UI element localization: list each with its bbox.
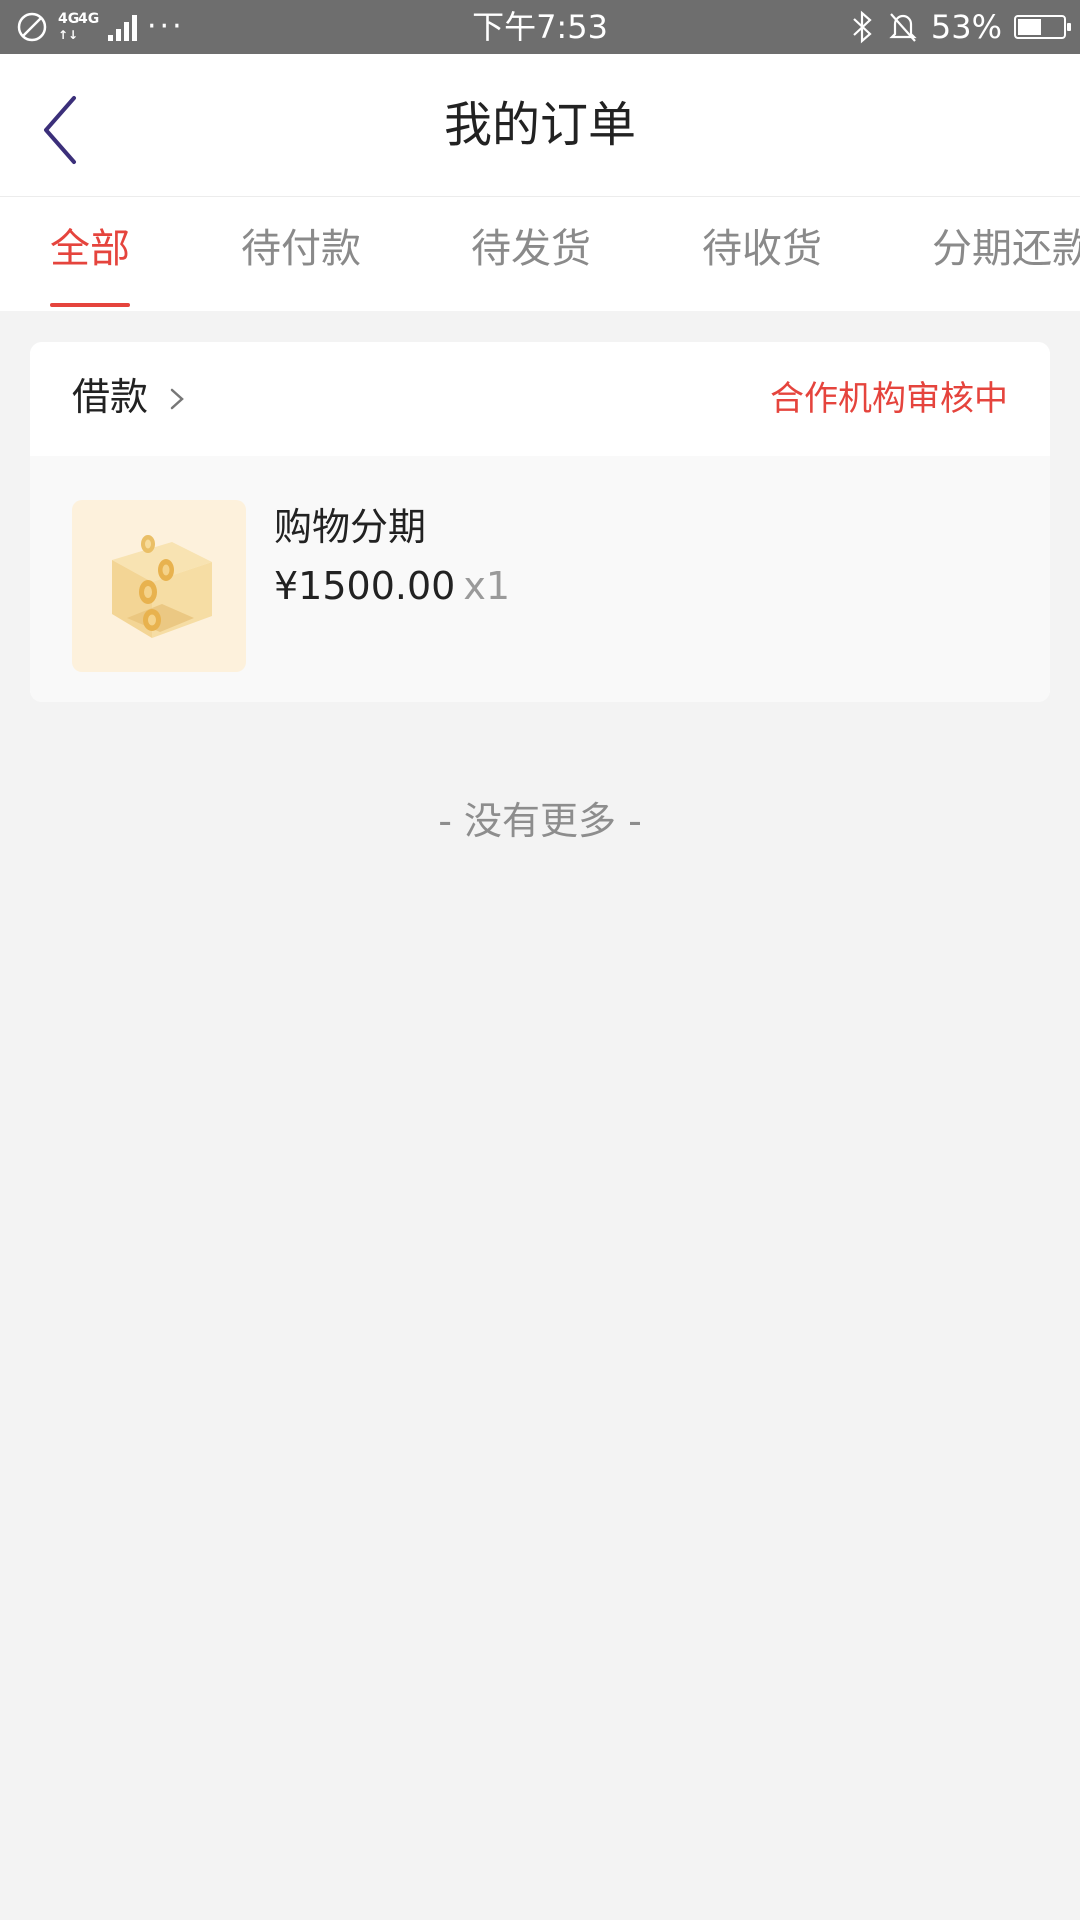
battery-icon	[1014, 15, 1071, 39]
tab-active-indicator	[50, 303, 130, 307]
chevron-right-icon	[170, 388, 184, 410]
status-right: 53%	[851, 0, 1071, 54]
battery-percent: 53%	[930, 8, 1002, 46]
tab-label: 全部	[50, 226, 130, 272]
product-thumbnail	[72, 500, 246, 672]
tab-installment-repayment[interactable]: 分期还款	[932, 197, 1080, 311]
order-item[interactable]: 购物分期 ¥1500.00 x1	[30, 456, 1050, 702]
tab-pending-shipment[interactable]: 待发货	[471, 197, 591, 311]
bell-muted-icon	[889, 13, 917, 42]
product-quantity: x1	[463, 564, 510, 608]
tab-pending-receipt[interactable]: 待收货	[702, 197, 822, 311]
product-price-row: ¥1500.00 x1	[274, 564, 510, 608]
order-tabs: 全部 待付款 待发货 待收货 分期还款	[0, 197, 1080, 311]
order-status: 合作机构审核中	[770, 379, 1008, 419]
product-name: 购物分期	[274, 505, 427, 549]
bluetooth-icon	[853, 10, 872, 44]
coin-box-icon	[112, 535, 212, 638]
tab-label: 待付款	[241, 226, 361, 272]
no-more-indicator: - 没有更多 -	[438, 799, 642, 843]
nav-header: 我的订单	[0, 54, 1080, 197]
page-title: 我的订单	[443, 97, 636, 153]
tab-pending-payment[interactable]: 待付款	[241, 197, 361, 311]
status-bar: 4G 4G ↑↓ ··· 下午7:53 53%	[0, 0, 1080, 54]
tab-label: 分期还款	[932, 226, 1080, 272]
order-type: 借款	[72, 375, 149, 419]
order-card[interactable]: 借款 合作机构审核中 购物分期 ¥1500.00 x1	[30, 342, 1050, 702]
battery-level	[1018, 19, 1041, 35]
tab-all[interactable]: 全部	[50, 197, 130, 311]
tab-label: 待收货	[702, 226, 822, 272]
tab-label: 待发货	[471, 226, 591, 272]
order-card-header[interactable]: 借款 合作机构审核中	[30, 342, 1050, 456]
product-price: ¥1500.00	[274, 564, 456, 608]
